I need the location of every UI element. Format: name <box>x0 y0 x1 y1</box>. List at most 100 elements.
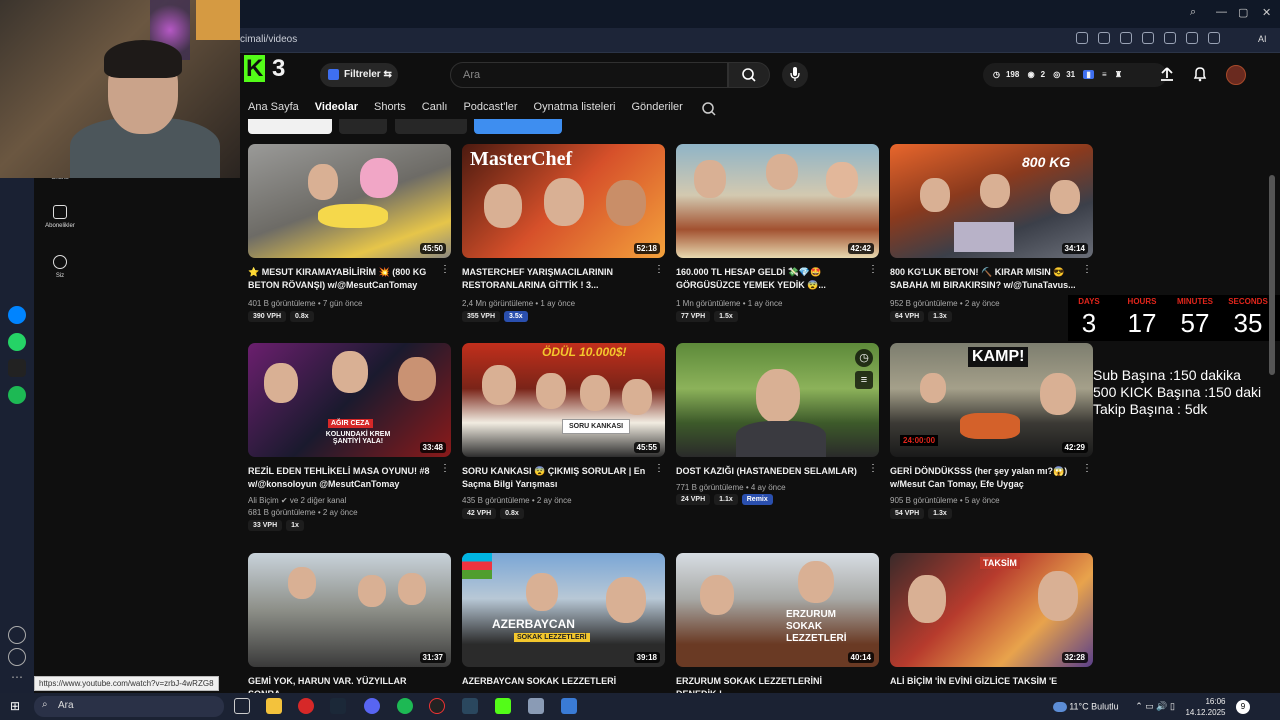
mic-button[interactable] <box>782 62 808 88</box>
whatsapp-icon[interactable] <box>8 333 26 351</box>
discord-icon[interactable] <box>364 698 380 714</box>
video-thumbnail[interactable]: 800 KG 34:14 <box>890 144 1093 258</box>
minimize-icon[interactable]: — <box>1216 6 1227 18</box>
video-thumbnail[interactable]: ◷ ≡ <box>676 343 879 457</box>
url-text[interactable]: cimali/videos <box>240 34 297 45</box>
sidebar-item-you[interactable]: Siz <box>34 255 86 279</box>
video-thumbnail[interactable]: ÖDÜL 10.000$! SORU KANKASI 45:55 <box>462 343 665 457</box>
more-options-icon[interactable]: ⋮ <box>868 464 878 479</box>
duration-badge: 42:42 <box>847 243 874 254</box>
search-icon[interactable]: ⌕ <box>1190 6 1196 19</box>
video-title[interactable]: ALİ BİÇİM 'İN EVİNİ GİZLİCE TAKSİM 'E <box>890 675 1076 688</box>
clock-icon: ◷ <box>993 70 1000 79</box>
notification-badge[interactable]: 9 <box>1236 700 1250 714</box>
stats-bar[interactable]: ◷ 198 ◉ 2 ◎ 31 ▮ ≡ ♜ <box>983 63 1167 87</box>
eye-icon: ◎ <box>1053 70 1061 79</box>
more-options-icon[interactable]: ⋮ <box>654 464 664 479</box>
obs-icon[interactable] <box>429 698 445 714</box>
tab-playlists[interactable]: Oynatma listeleri <box>534 101 616 119</box>
bell-icon[interactable] <box>1192 66 1208 82</box>
video-thumbnail[interactable]: AZERBAYCAN SOKAK LEZZETLERİ 39:18 <box>462 553 665 667</box>
steam-icon[interactable] <box>330 698 346 714</box>
chip-extension[interactable] <box>474 119 562 134</box>
task-view-icon[interactable] <box>234 698 250 714</box>
heart-icon[interactable] <box>1164 32 1176 44</box>
play-icon[interactable] <box>1142 32 1154 44</box>
sidebar-item-subscriptions[interactable]: Abonelikler <box>34 205 86 229</box>
scrollbar[interactable] <box>1269 175 1275 375</box>
windows-start-icon[interactable]: ⊞ <box>10 699 20 713</box>
avatar[interactable] <box>1226 65 1246 85</box>
chip-popular[interactable] <box>339 119 387 134</box>
thumb-face <box>358 575 386 607</box>
opera-icon[interactable] <box>298 698 314 714</box>
spotify-icon[interactable] <box>8 386 26 404</box>
close-icon[interactable]: ✕ <box>1262 6 1271 19</box>
app-icon[interactable] <box>561 698 577 714</box>
video-title[interactable]: SORU KANKASI 😨 ÇIKMIŞ SORULAR | En Saçma… <box>462 465 648 491</box>
shield-icon[interactable] <box>1120 32 1132 44</box>
video-thumbnail[interactable]: 31:37 <box>248 553 451 667</box>
video-thumbnail[interactable]: TAKSİM 32:28 <box>890 553 1093 667</box>
chip-oldest[interactable] <box>395 119 467 134</box>
video-thumbnail[interactable]: MasterChef 52:18 <box>462 144 665 258</box>
spotify-icon[interactable] <box>397 698 413 714</box>
maximize-icon[interactable]: ▢ <box>1238 6 1248 19</box>
video-title[interactable]: DOST KAZIĞI (HASTANEDEN SELAMLAR) <box>676 465 862 478</box>
add-to-queue-icon[interactable]: ≡ <box>855 371 873 389</box>
video-thumbnail[interactable]: ERZURUM SOKAK LEZZETLERİ 40:14 <box>676 553 879 667</box>
more-icon[interactable]: ⋯ <box>8 670 26 688</box>
upload-icon[interactable] <box>1159 66 1175 82</box>
app-icon[interactable] <box>528 698 544 714</box>
tray-icons[interactable]: ⌃ ▭ 🔊 ▯ <box>1135 701 1175 711</box>
video-title[interactable]: 800 KG'LUK BETON! ⛏️ KIRAR MISIN 😎 SABAH… <box>890 266 1076 292</box>
video-thumbnail[interactable]: KAMP! 24:00:00 42:29 <box>890 343 1093 457</box>
video-thumbnail[interactable]: 45:50 <box>248 144 451 258</box>
video-title[interactable]: MASTERCHEF YARIŞMACILARININ RESTORANLARI… <box>462 266 648 292</box>
weather-icon[interactable] <box>1052 702 1067 712</box>
ai-button[interactable]: AI <box>1258 34 1267 44</box>
steam-icon[interactable] <box>462 698 478 714</box>
taskbar: ⊞ ⌕ Ara 11°C Bulutlu ⌃ ▭ 🔊 ▯ 16:06 14.12… <box>0 693 1280 720</box>
video-title[interactable]: REZİL EDEN TEHLİKELİ MASA OYUNU! #8 w/@k… <box>248 465 434 491</box>
taskbar-search[interactable]: ⌕ Ara <box>34 696 224 717</box>
download-icon[interactable] <box>1186 32 1198 44</box>
video-title[interactable]: GERİ DÖNDÜKSSS (her şey yalan mı?😱) w/Me… <box>890 465 1076 491</box>
more-options-icon[interactable]: ⋮ <box>868 265 878 280</box>
more-options-icon[interactable]: ⋮ <box>440 464 450 479</box>
more-options-icon[interactable]: ⋮ <box>654 265 664 280</box>
channel-search-button[interactable] <box>701 101 717 117</box>
messenger-icon[interactable] <box>8 306 26 324</box>
video-meta: 771 B görüntüleme • 4 ay önce <box>676 483 786 492</box>
tab-podcasts[interactable]: Podcast'ler <box>463 101 517 119</box>
camera-icon[interactable] <box>1098 32 1110 44</box>
more-options-icon[interactable]: ⋮ <box>440 265 450 280</box>
tab-videos[interactable]: Videolar <box>315 101 358 119</box>
filters-button[interactable]: Filtreler ⇆ <box>320 63 398 87</box>
file-explorer-icon[interactable] <box>266 698 282 714</box>
video-thumbnail[interactable]: 42:42 <box>676 144 879 258</box>
edit-icon[interactable] <box>1076 32 1088 44</box>
tab-live[interactable]: Canlı <box>422 101 448 119</box>
channel-logo[interactable]: K 3 <box>244 55 285 83</box>
x-icon[interactable] <box>8 359 26 377</box>
watch-later-icon[interactable]: ◷ <box>855 349 873 367</box>
thumb-fire <box>960 413 1020 439</box>
video-thumbnail[interactable]: AĞIR CEZA KOLUNDAKİ KREM ŞANTİYİ YALA! 3… <box>248 343 451 457</box>
tab-posts[interactable]: Gönderiler <box>631 101 682 119</box>
chip-latest[interactable] <box>248 119 332 134</box>
search-input[interactable]: Ara <box>450 62 728 88</box>
history-icon[interactable] <box>8 648 26 666</box>
more-options-icon[interactable]: ⋮ <box>1082 265 1092 280</box>
share-icon[interactable] <box>1208 32 1220 44</box>
video-title[interactable]: ⭐ MESUT KIRAMAYABİLİRİM 💥 (800 KG BETON … <box>248 266 434 292</box>
video-title[interactable]: 160.000 TL HESAP GELDİ 💸💎🤩 GÖRGÜSÜZCE YE… <box>676 266 862 292</box>
kick-icon[interactable] <box>495 698 511 714</box>
tab-shorts[interactable]: Shorts <box>374 101 406 119</box>
heart-icon[interactable] <box>8 626 26 644</box>
search-button[interactable] <box>728 62 770 88</box>
clock[interactable]: 16:06 14.12.2025 <box>1185 696 1225 718</box>
tab-home[interactable]: Ana Sayfa <box>248 101 299 119</box>
video-title[interactable]: AZERBAYCAN SOKAK LEZZETLERİ <box>462 675 648 688</box>
more-options-icon[interactable]: ⋮ <box>1082 464 1092 479</box>
